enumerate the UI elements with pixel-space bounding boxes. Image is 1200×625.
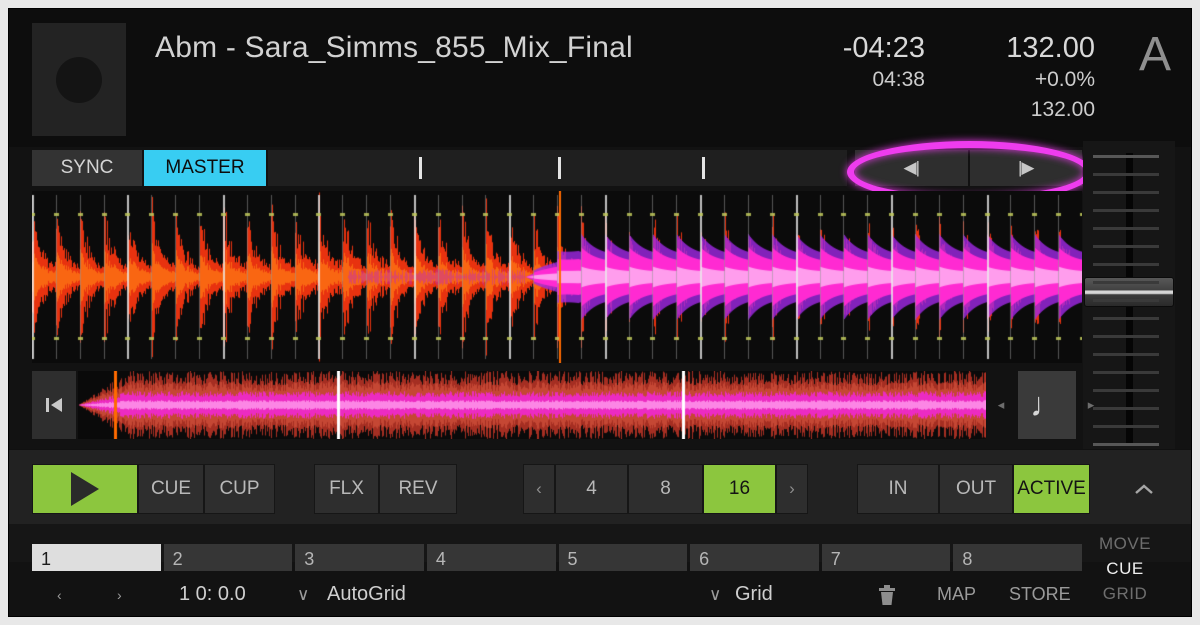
bpm-base-value: 132.00: [945, 95, 1095, 125]
beat-note-button[interactable]: ♩: [1018, 371, 1076, 439]
pitch-tick-15: [1093, 425, 1159, 428]
master-button[interactable]: MASTER: [144, 150, 266, 186]
chevron-up-icon: [1133, 483, 1155, 496]
cue-button[interactable]: CUE: [138, 464, 204, 514]
skip-to-start-button[interactable]: [32, 371, 76, 439]
autogrid-chevron-icon[interactable]: ∨: [297, 571, 309, 617]
trash-icon: [877, 584, 897, 606]
move-mode-cue[interactable]: CUE: [1073, 556, 1177, 581]
store-button[interactable]: STORE: [1009, 571, 1071, 617]
beatjump-8-button[interactable]: 8: [628, 464, 703, 514]
pitch-tick-14: [1093, 407, 1159, 410]
hotcue-row: 12345678: [9, 524, 1192, 562]
flx-button[interactable]: FLX: [314, 464, 379, 514]
deck-panel: Abm - Sara_Simms_855_Mix_Final -04:23 04…: [8, 8, 1192, 617]
nudge-controls: ◀| |▶: [855, 150, 1082, 186]
grid-next-button[interactable]: ›: [117, 571, 122, 617]
pitch-tick-1: [1093, 173, 1159, 176]
beatjump-16-button[interactable]: 16: [703, 464, 776, 514]
sync-row: SYNC MASTER ◀| |▶: [9, 147, 1192, 189]
pitch-percent: +0.0%: [945, 65, 1095, 95]
move-mode-move[interactable]: MOVE: [1073, 531, 1177, 556]
time-elapsed: 04:38: [735, 65, 925, 95]
loop-out-button[interactable]: OUT: [939, 464, 1013, 514]
play-button[interactable]: [32, 464, 138, 514]
stripe-left-arrow[interactable]: ◂: [990, 371, 1012, 439]
beatjump-prev-button[interactable]: ‹: [523, 464, 555, 514]
pitch-tick-10: [1093, 335, 1159, 338]
delete-button[interactable]: [877, 571, 897, 617]
grid-prev-button[interactable]: ‹: [57, 571, 62, 617]
map-button[interactable]: MAP: [937, 571, 976, 617]
beat-position-value[interactable]: 1 0: 0.0: [179, 571, 246, 617]
collapse-button[interactable]: [1113, 464, 1175, 514]
stripe-canvas: [78, 371, 986, 439]
phase-tick-1: [558, 157, 561, 179]
move-mode-grid[interactable]: GRID: [1073, 581, 1177, 606]
loop-active-button[interactable]: ACTIVE: [1013, 464, 1090, 514]
transport-bar: CUE CUP FLX REV ‹ 4 8 16 › IN OUT ACTIVE: [9, 449, 1192, 524]
waveform-canvas: [32, 191, 1082, 363]
beatjump-controls: ‹ 4 8 16 ›: [523, 464, 808, 514]
deck-letter: A: [1139, 29, 1171, 81]
bpm-display[interactable]: 132.00 +0.0% 132.00: [945, 31, 1095, 125]
cup-button[interactable]: CUP: [204, 464, 275, 514]
pitch-tick-13: [1093, 389, 1159, 392]
rev-button[interactable]: REV: [379, 464, 457, 514]
stripe-right-arrow[interactable]: ▸: [1080, 371, 1102, 439]
phase-tick-2: [702, 157, 705, 179]
deck-header: Abm - Sara_Simms_855_Mix_Final -04:23 04…: [9, 9, 1192, 147]
move-mode-panel: MOVE CUE GRID: [1073, 531, 1177, 606]
phase-tick-0: [419, 157, 422, 179]
vinyl-disc-icon: [56, 57, 102, 103]
pitch-tick-12: [1093, 371, 1159, 374]
beatjump-4-button[interactable]: 4: [555, 464, 628, 514]
track-title: Abm - Sara_Simms_855_Mix_Final: [155, 31, 633, 65]
stripe-waveform[interactable]: [78, 371, 986, 439]
flux-reverse-buttons: FLX REV: [314, 464, 457, 514]
stripe-row: ◂ ♩ ▸: [32, 371, 1082, 441]
grid-bar: ‹ › 1 0: 0.0 ∨ AutoGrid ∨ Grid MAP STORE: [9, 571, 1192, 617]
pitch-tick-7: [1093, 281, 1159, 284]
phase-meter[interactable]: [268, 150, 847, 186]
autogrid-label[interactable]: AutoGrid: [327, 571, 406, 617]
pitch-tick-8: [1093, 299, 1159, 302]
pitch-tick-2: [1093, 191, 1159, 194]
pitch-tick-3: [1093, 209, 1159, 212]
grid-label[interactable]: Grid: [735, 571, 773, 617]
play-icon: [71, 472, 99, 506]
playback-buttons: CUE CUP: [32, 464, 275, 514]
nudge-back-button[interactable]: ◀|: [855, 150, 968, 186]
beatjump-next-button[interactable]: ›: [776, 464, 808, 514]
loop-controls: IN OUT ACTIVE: [857, 464, 1090, 514]
bpm-value: 132.00: [945, 31, 1095, 65]
pitch-tick-4: [1093, 227, 1159, 230]
skip-to-start-icon: [43, 394, 65, 416]
time-display[interactable]: -04:23 04:38: [735, 31, 925, 95]
nudge-forward-button[interactable]: |▶: [968, 150, 1083, 186]
album-art[interactable]: [32, 23, 126, 136]
loop-in-button[interactable]: IN: [857, 464, 939, 514]
pitch-tick-0: [1093, 155, 1159, 158]
time-remaining: -04:23: [735, 31, 925, 65]
pitch-tick-9: [1093, 317, 1159, 320]
pitch-tick-5: [1093, 245, 1159, 248]
pitch-tick-16: [1093, 443, 1159, 446]
pitch-tick-6: [1093, 263, 1159, 266]
grid-chevron-icon[interactable]: ∨: [709, 571, 721, 617]
pitch-tick-11: [1093, 353, 1159, 356]
waveform-display[interactable]: [32, 191, 1082, 363]
sync-button[interactable]: SYNC: [32, 150, 142, 186]
